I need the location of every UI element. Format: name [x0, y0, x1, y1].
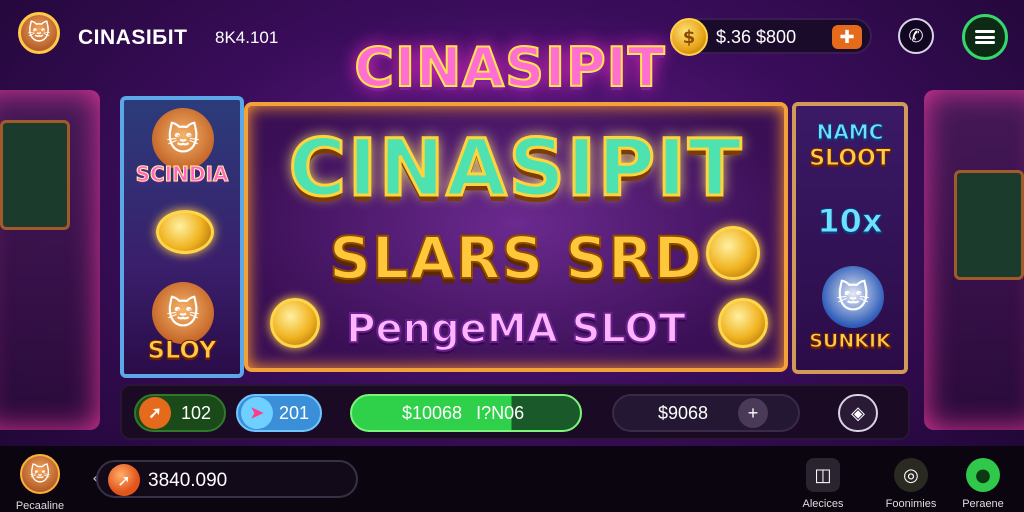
spin-secondary: I?N06: [476, 402, 525, 423]
total-win-value: $9068: [658, 402, 709, 423]
game-title: CINASIPIT: [353, 35, 666, 100]
nav-label: Alecices: [802, 498, 844, 510]
footer-balance-amount: 3840.090: [148, 470, 228, 491]
total-win-display: $9068 +: [612, 394, 800, 432]
cat-avatar-icon: 🐱: [29, 462, 51, 486]
action-bar: ➚ 102 ➤ 201 $10068 I?N06 $9068 + ◈: [120, 384, 910, 440]
add-funds-button[interactable]: ✚: [832, 25, 862, 49]
rocket-coin-icon: ➚: [108, 464, 140, 496]
menu-button[interactable]: [962, 14, 1008, 60]
background-machine-screen-left: [0, 120, 70, 230]
side-left-label-bottom: SLOY: [147, 336, 217, 365]
cat-icon: 🐱: [152, 108, 214, 170]
bet-counter-value: 102: [181, 402, 212, 423]
cat-avatar-icon: 🐱: [27, 20, 51, 46]
side-panel-right[interactable]: NAMC SLOOT 10x 🐱 SUNKIK: [792, 102, 908, 374]
panel-subtitle: SLARS SRD: [328, 223, 703, 293]
coin-icon: [270, 298, 320, 348]
bottom-navigation: 🐱 Pecaaline ‹ ➚ 3840.090 ◫ Alecices ◎ Fo…: [0, 446, 1024, 512]
nav-item-foonimies[interactable]: ◎ Foonimies: [876, 458, 946, 510]
panel-tagline: PengeMA SLOT: [345, 305, 687, 353]
multiplier-badge: 10x: [817, 202, 883, 241]
cat-icon: 🐱: [152, 282, 214, 344]
lines-counter-value: 201: [279, 402, 310, 423]
nav-item-peraene[interactable]: ● Peraene: [948, 458, 1018, 510]
brand-name: CINASIБIT: [78, 26, 188, 49]
bag-icon: ◫: [806, 458, 840, 492]
side-right-label-top-1: NAMC: [816, 120, 884, 145]
rocket-icon: ➚: [139, 397, 171, 429]
hero-cat-icon: 🐱: [822, 266, 884, 328]
hamburger-icon: [975, 30, 995, 44]
avatar[interactable]: 🐱: [18, 12, 60, 54]
user-icon: ●: [966, 458, 1000, 492]
bet-counter[interactable]: ➚ 102: [134, 394, 226, 432]
panel-title: CINASIPIT: [287, 123, 744, 216]
side-right-label-bottom: SUNKIK: [809, 330, 892, 353]
side-panel-left[interactable]: 🐱 SCINDIA 🐱 SLOY: [120, 96, 244, 378]
arrow-icon: ➤: [241, 397, 273, 429]
side-right-label-top-2: SLOOT: [809, 146, 892, 172]
phone-icon: ✆: [908, 25, 924, 47]
balance-amount: $.36 $800: [716, 27, 797, 47]
coin-icon: [718, 298, 768, 348]
spin-button[interactable]: $10068 I?N06: [350, 394, 582, 432]
diamond-icon: ◈: [851, 402, 865, 423]
coin-icon: [156, 210, 214, 254]
nav-label: Peraene: [962, 498, 1004, 510]
footer-balance: ➚ 3840.090: [96, 460, 358, 498]
balance-display: $ $.36 $800 ✚: [670, 18, 872, 56]
settings-button[interactable]: ◈: [838, 394, 878, 432]
spin-amount: $10068: [402, 402, 463, 423]
side-left-label-top: SCINDIA: [135, 162, 229, 187]
target-icon: ◎: [894, 458, 928, 492]
brand-subtitle: 8K4.101: [215, 28, 279, 47]
support-button[interactable]: ✆: [898, 18, 934, 54]
background-machine-screen-right: [954, 170, 1024, 280]
nav-item-alecices[interactable]: ◫ Alecices: [788, 458, 858, 510]
lines-counter[interactable]: ➤ 201: [236, 394, 322, 432]
profile-label: Pecaaline: [15, 500, 65, 512]
profile-avatar[interactable]: 🐱: [20, 454, 60, 494]
nav-label: Foonimies: [885, 498, 937, 510]
coin-icon: [706, 226, 760, 280]
featured-game-panel[interactable]: CINASIPIT SLARS SRD PengeMA SLOT: [244, 102, 788, 372]
increase-bet-button[interactable]: +: [738, 398, 769, 428]
